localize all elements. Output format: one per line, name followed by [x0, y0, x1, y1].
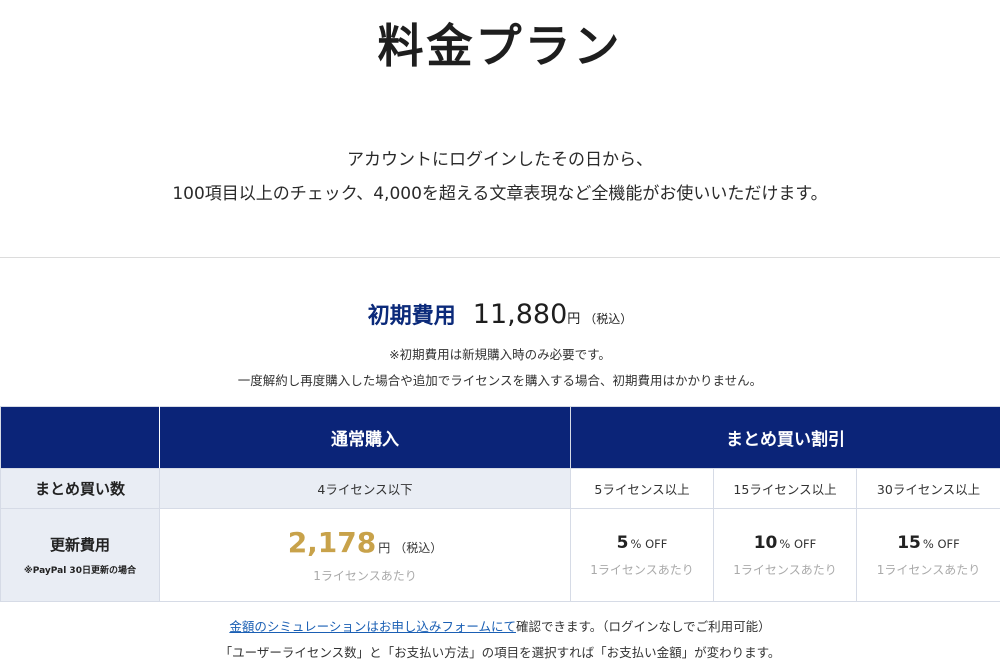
- renewal-fee-label-cell: 更新費用 ※PayPal 30日更新の場合: [0, 508, 160, 602]
- simulation-form-link[interactable]: 金額のシミュレーションはお申し込みフォームにて: [229, 619, 516, 634]
- page-title: 料金プラン: [377, 19, 623, 73]
- initial-fee-unit: 円: [567, 312, 581, 327]
- license-count-label: まとめ買い数: [0, 468, 160, 509]
- bulk-fee-cell-30: 15% OFF 1ライセンスあたり: [856, 508, 1000, 602]
- bulk-per-5: 1ライセンスあたり: [590, 562, 694, 577]
- intro-line-2: 100項目以上のチェック、4,000を超える文章表現など全機能がお使いいただけま…: [172, 184, 828, 204]
- renewal-fee-label: 更新費用: [49, 536, 110, 554]
- bulk-discount-unit-30: % OFF: [922, 536, 960, 551]
- bulk-discount-15: 10: [753, 532, 778, 553]
- section-divider: [0, 257, 1000, 258]
- header-normal-purchase: 通常購入: [159, 406, 571, 469]
- bulk-count-30: 30ライセンス以上: [856, 468, 1000, 509]
- bulk-count-15: 15ライセンス以上: [713, 468, 857, 509]
- initial-fee-note-1: ※初期費用は新規購入時のみ必要です。: [389, 347, 611, 362]
- pricing-table: 通常購入 まとめ買い割引 まとめ買い数 4ライセンス以下 5ライセンス以上 15…: [0, 406, 1000, 602]
- normal-fee-tax: （税込）: [394, 541, 443, 555]
- bulk-discount-30: 15: [897, 532, 921, 553]
- simulation-note: 金額のシミュレーションはお申し込みフォームにて確認できます。（ログインなしでご利…: [0, 616, 1000, 635]
- renewal-fee-sub: ※PayPal 30日更新の場合: [24, 566, 136, 576]
- simulation-note-text: 確認できます。（ログインなしでご利用可能）: [516, 619, 771, 634]
- simulation-note-2: 「ユーザーライセンス数」と「お支払い方法」の項目を選択すれば「お支払い金額」が変…: [219, 645, 781, 660]
- normal-count: 4ライセンス以下: [159, 468, 571, 509]
- bulk-discount-unit-5: % OFF: [630, 536, 668, 551]
- bulk-discount-5: 5: [616, 532, 629, 553]
- intro-text: アカウントにログインしたその日から、 100項目以上のチェック、4,000を超え…: [0, 143, 1000, 211]
- header-bulk-discount: まとめ買い割引: [570, 406, 1000, 469]
- pricing-header-row: 通常購入 まとめ買い割引: [0, 406, 1000, 469]
- bulk-per-15: 1ライセンスあたり: [733, 562, 837, 577]
- intro-line-1: アカウントにログインしたその日から、: [347, 150, 653, 170]
- initial-fee-tax: （税込）: [584, 312, 633, 326]
- license-count-row: まとめ買い数 4ライセンス以下 5ライセンス以上 15ライセンス以上 30ライセ…: [0, 468, 1000, 509]
- initial-fee: 初期費用 11,880円 （税込）: [0, 298, 1000, 330]
- normal-fee-unit: 円: [378, 541, 391, 555]
- bulk-fee-cell-15: 10% OFF 1ライセンスあたり: [713, 508, 857, 602]
- renewal-fee-row: 更新費用 ※PayPal 30日更新の場合 2,178 円（税込） 1ライセンスあ…: [0, 508, 1000, 602]
- header-blank-cell: [0, 406, 160, 469]
- bulk-count-5: 5ライセンス以上: [570, 468, 714, 509]
- normal-fee-price: 2,178: [287, 526, 377, 559]
- bulk-fee-cell-5: 5% OFF 1ライセンスあたり: [570, 508, 714, 602]
- initial-fee-label: 初期費用: [367, 304, 456, 329]
- initial-fee-note-2: 一度解約し再度購入した場合や追加でライセンスを購入する場合、初期費用はかかりませ…: [237, 373, 763, 388]
- bulk-per-30: 1ライセンスあたり: [876, 562, 981, 577]
- initial-fee-amount: 11,880: [472, 299, 568, 330]
- bulk-discount-unit-15: % OFF: [779, 536, 817, 551]
- normal-fee-per: 1ライセンスあたり: [313, 569, 417, 583]
- normal-fee-cell: 2,178 円（税込） 1ライセンスあたり: [159, 508, 571, 602]
